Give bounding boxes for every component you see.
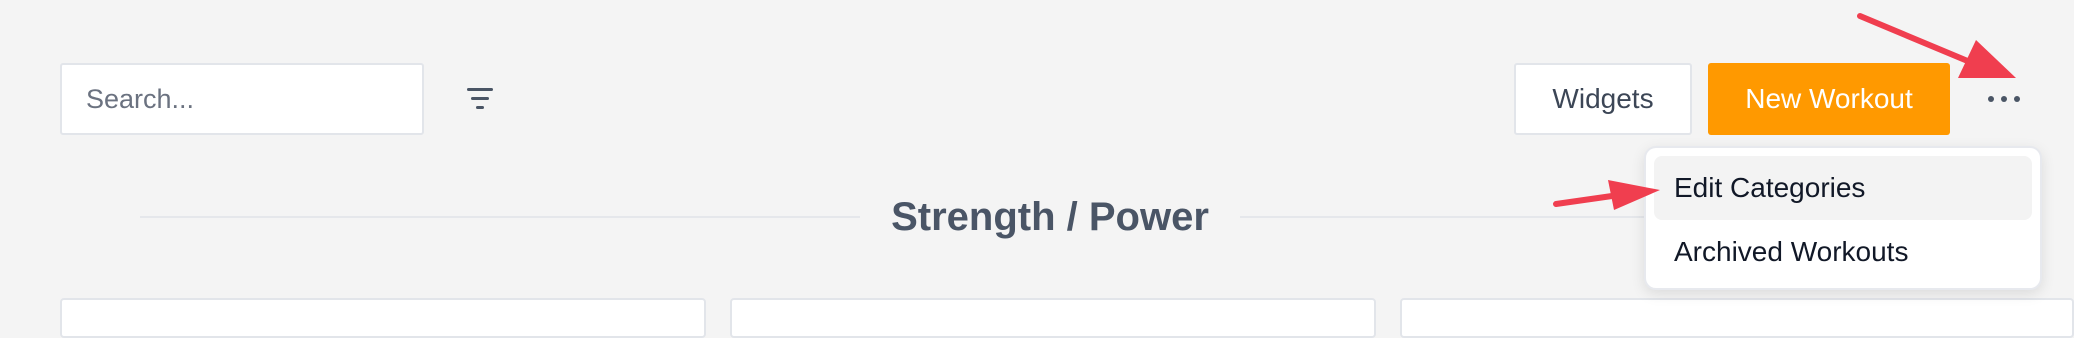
workout-card[interactable] [730, 298, 1376, 338]
workout-card[interactable] [60, 298, 706, 338]
new-workout-button[interactable]: New Workout [1708, 63, 1950, 135]
search-input[interactable] [60, 63, 424, 135]
more-options-button[interactable] [1986, 86, 2022, 112]
section-divider-left [140, 216, 860, 218]
menu-item-archived-workouts[interactable]: Archived Workouts [1654, 220, 2032, 284]
section-title: Strength / Power [891, 195, 1209, 239]
dropdown-menu: Edit Categories Archived Workouts [1644, 146, 2042, 290]
widgets-button[interactable]: Widgets [1514, 63, 1692, 135]
section-divider-right [1240, 216, 1650, 218]
menu-item-edit-categories[interactable]: Edit Categories [1654, 156, 2032, 220]
filter-button[interactable] [460, 82, 500, 118]
workout-card[interactable] [1400, 298, 2074, 338]
